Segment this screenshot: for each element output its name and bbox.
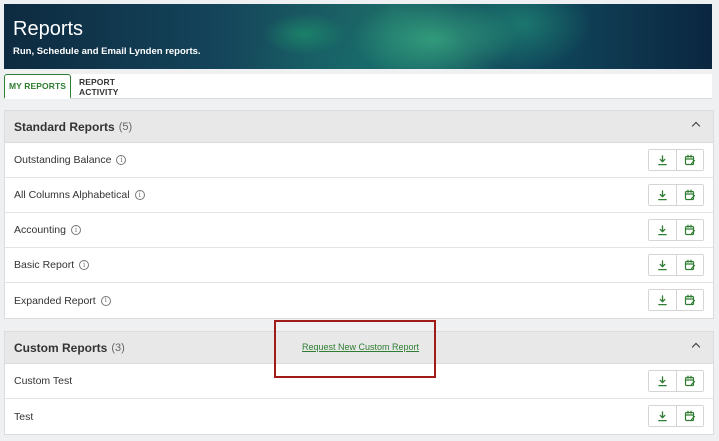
download-button[interactable] [649, 150, 676, 170]
tab-report-activity[interactable]: REPORT ACTIVITY [79, 74, 149, 99]
standard-reports-title: Standard Reports [14, 119, 115, 134]
calendar-edit-icon [684, 189, 696, 201]
custom-reports-count: (3) [111, 341, 125, 354]
tab-my-reports[interactable]: MY REPORTS [4, 74, 71, 99]
report-name: Accounting [14, 224, 66, 236]
reports-banner: Reports Run, Schedule and Email Lynden r… [4, 4, 712, 69]
report-actions [648, 405, 704, 427]
schedule-button[interactable] [676, 255, 703, 275]
download-icon [658, 224, 667, 235]
info-icon[interactable]: i [70, 225, 81, 235]
calendar-edit-icon [684, 410, 696, 422]
standard-reports-header[interactable]: Standard Reports (5) [5, 111, 713, 143]
request-custom-report-link[interactable]: Request New Custom Report [302, 342, 419, 352]
download-button[interactable] [649, 290, 676, 310]
report-row: Outstanding Balance i [5, 143, 713, 178]
schedule-button[interactable] [676, 150, 703, 170]
info-icon[interactable]: i [134, 190, 145, 200]
calendar-edit-icon [684, 375, 696, 387]
page-subtitle: Run, Schedule and Email Lynden reports. [13, 46, 201, 57]
report-row: Custom Test [5, 364, 713, 399]
page-title: Reports [13, 18, 84, 40]
chevron-up-icon[interactable] [691, 121, 701, 131]
download-icon [658, 294, 667, 305]
info-icon[interactable]: i [116, 155, 127, 165]
report-row: Expanded Report i [5, 283, 713, 318]
schedule-button[interactable] [676, 290, 703, 310]
chevron-up-icon[interactable] [691, 342, 701, 352]
calendar-edit-icon [684, 154, 696, 166]
report-actions [648, 219, 704, 241]
report-actions [648, 254, 704, 276]
custom-reports-card: Custom Reports (3) Request New Custom Re… [4, 331, 714, 435]
report-row: Basic Report i [5, 248, 713, 283]
report-name: Expanded Report [14, 294, 96, 307]
download-icon [658, 189, 667, 200]
calendar-edit-icon [684, 224, 696, 236]
custom-reports-header[interactable]: Custom Reports (3) Request New Custom Re… [5, 332, 713, 364]
download-icon [658, 259, 667, 270]
report-name: Custom Test [14, 375, 73, 387]
report-actions [648, 149, 704, 171]
download-icon [658, 410, 667, 421]
report-row: All Columns Alphabetical i [5, 178, 713, 213]
report-row: Accounting i [5, 213, 713, 248]
schedule-button[interactable] [676, 371, 703, 391]
report-name: Outstanding Balance [14, 154, 112, 166]
download-button[interactable] [649, 255, 676, 275]
calendar-edit-icon [684, 294, 696, 306]
info-icon[interactable]: i [79, 260, 90, 270]
download-icon [658, 154, 667, 165]
schedule-button[interactable] [676, 406, 703, 426]
report-name: Basic Report [14, 259, 75, 271]
standard-reports-card: Standard Reports (5) Outstanding Balance… [4, 110, 714, 319]
info-icon[interactable]: i [100, 295, 111, 306]
download-button[interactable] [649, 220, 676, 240]
download-button[interactable] [649, 185, 676, 205]
download-icon [658, 375, 667, 386]
tab-bar: MY REPORTS REPORT ACTIVITY [4, 74, 712, 99]
report-actions [648, 370, 704, 392]
report-row: Test [5, 399, 713, 434]
schedule-button[interactable] [676, 185, 703, 205]
download-button[interactable] [649, 406, 676, 426]
schedule-button[interactable] [676, 220, 703, 240]
calendar-edit-icon [684, 259, 696, 271]
report-name: All Columns Alphabetical [14, 189, 130, 201]
report-actions [648, 289, 704, 311]
download-button[interactable] [649, 371, 676, 391]
custom-reports-title: Custom Reports [14, 340, 108, 355]
standard-reports-count: (5) [118, 120, 133, 133]
report-actions [648, 184, 704, 206]
report-name: Test [14, 410, 34, 423]
